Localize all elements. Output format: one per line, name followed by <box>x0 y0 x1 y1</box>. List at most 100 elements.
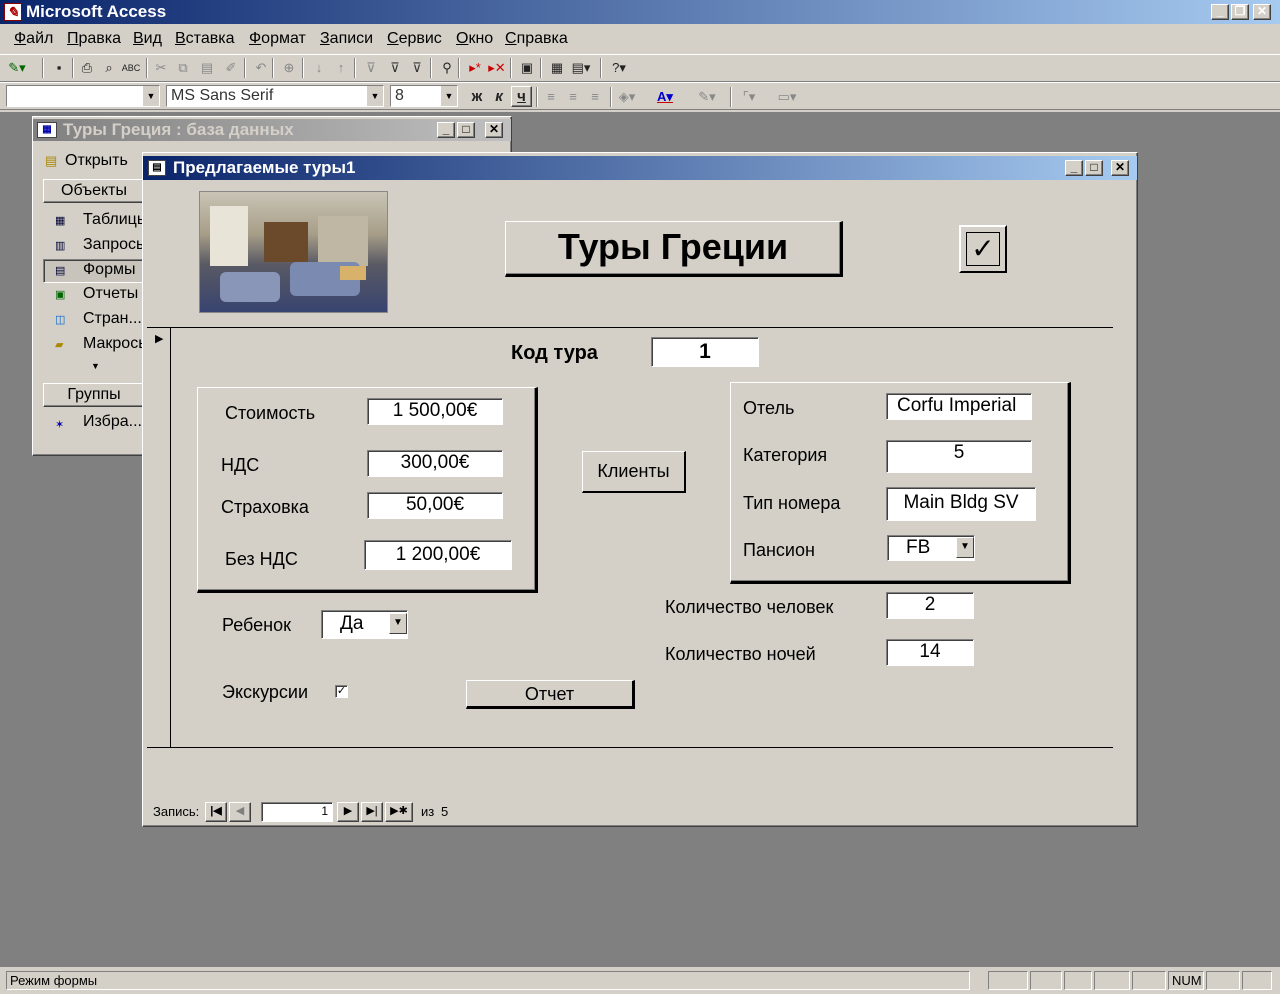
form-minimize-button[interactable]: _ <box>1065 160 1083 176</box>
view-icon[interactable]: ✎▾ <box>6 57 28 79</box>
form-maximize-button[interactable]: □ <box>1085 160 1103 176</box>
line-color-icon[interactable]: ✎▾ <box>696 86 718 108</box>
menu-file[interactable]: Файл <box>14 30 53 48</box>
room-type-field[interactable]: Main Bldg SV <box>886 487 1036 521</box>
border-width-icon[interactable]: ⌜▾ <box>738 86 760 108</box>
insurance-field[interactable]: 50,00€ <box>367 492 503 519</box>
minimize-button[interactable]: _ <box>1211 4 1229 20</box>
record-total: 5 <box>441 804 449 819</box>
db-open-button[interactable]: Открыть <box>65 152 128 170</box>
spelling-icon[interactable]: ABC <box>120 57 142 79</box>
delete-record-icon[interactable]: ▸✕ <box>486 57 508 79</box>
db-close-button[interactable]: ✕ <box>485 122 503 138</box>
restore-button[interactable]: ❐ <box>1231 4 1249 20</box>
objects-header[interactable]: Объекты <box>43 179 145 203</box>
find-icon[interactable]: ⚲ <box>436 57 458 79</box>
sort-descending-icon[interactable]: ↑ <box>330 57 352 79</box>
filter-by-selection-icon[interactable]: ⊽ <box>360 57 382 79</box>
menu-tools[interactable]: Сервис <box>387 30 442 48</box>
menu-help[interactable]: Справка <box>505 30 568 48</box>
close-button[interactable]: ✕ <box>1253 4 1271 20</box>
paste-icon[interactable]: ▤ <box>196 57 218 79</box>
copy-icon[interactable]: ⧉ <box>172 57 194 79</box>
child-select[interactable]: Да ▼ <box>321 610 408 639</box>
menu-view[interactable]: Вид <box>133 30 162 48</box>
vat-field[interactable]: 300,00€ <box>367 450 503 477</box>
next-record-button[interactable]: ▶ <box>337 802 359 822</box>
object-pages[interactable]: Стран... <box>83 310 142 328</box>
save-icon[interactable]: ▪ <box>48 57 70 79</box>
record-selector[interactable]: ▶ <box>147 328 171 748</box>
bold-button[interactable]: ж <box>466 86 488 108</box>
menu-format[interactable]: Формат <box>249 30 306 48</box>
help-icon[interactable]: ?▾ <box>608 57 630 79</box>
sort-ascending-icon[interactable]: ↓ <box>308 57 330 79</box>
new-object-icon[interactable]: ▤▾ <box>570 57 592 79</box>
record-number-field[interactable]: 1 <box>261 802 333 822</box>
check-button[interactable]: ✓ <box>959 225 1007 273</box>
new-record-nav-button[interactable]: ▶✱ <box>385 802 413 822</box>
format-painter-icon[interactable]: ✐ <box>220 57 242 79</box>
object-macros[interactable]: Макросы <box>83 335 150 353</box>
status-panel-8 <box>1242 971 1272 990</box>
clients-button[interactable]: Клиенты <box>582 451 686 493</box>
object-queries[interactable]: Запросы <box>83 236 148 254</box>
font-combo[interactable]: MS Sans Serif ▼ <box>166 85 384 107</box>
board-dropdown-arrow-icon[interactable]: ▼ <box>956 537 974 558</box>
category-field[interactable]: 5 <box>886 440 1032 473</box>
object-combo[interactable]: ▼ <box>6 85 160 107</box>
print-preview-icon[interactable]: ⌕ <box>98 57 120 79</box>
excursions-label: Экскурсии <box>222 682 309 702</box>
cut-icon[interactable]: ✂ <box>150 57 172 79</box>
db-maximize-button[interactable]: □ <box>457 122 475 138</box>
italic-button[interactable]: к <box>488 86 510 108</box>
db-minimize-button[interactable]: _ <box>437 122 455 138</box>
font-size-combo[interactable]: 8 ▼ <box>390 85 458 107</box>
scroll-down-icon[interactable]: ▼ <box>91 361 100 371</box>
cost-field[interactable]: 1 500,00€ <box>367 398 503 425</box>
child-dropdown-arrow-icon[interactable]: ▼ <box>389 613 407 634</box>
heading-box: Туры Греции <box>505 221 843 277</box>
last-record-button[interactable]: ▶| <box>361 802 383 822</box>
print-icon[interactable]: ⎙ <box>76 57 98 79</box>
menu-records[interactable]: Записи <box>320 30 373 48</box>
menu-edit[interactable]: Правка <box>67 30 121 48</box>
undo-icon[interactable]: ↶ <box>250 57 272 79</box>
hotel-field[interactable]: Corfu Imperial <box>886 393 1032 420</box>
new-record-icon[interactable]: ▸* <box>464 57 486 79</box>
persons-field[interactable]: 2 <box>886 592 974 619</box>
first-record-button[interactable]: |◀ <box>205 802 227 822</box>
object-forms[interactable]: Формы <box>83 261 135 279</box>
form-close-button[interactable]: ✕ <box>1111 160 1129 176</box>
menu-window[interactable]: Окно <box>456 30 493 48</box>
board-select[interactable]: FB ▼ <box>887 535 975 561</box>
groups-header[interactable]: Группы <box>43 383 145 407</box>
tour-code-field[interactable]: 1 <box>651 337 759 367</box>
no-vat-field[interactable]: 1 200,00€ <box>364 540 512 570</box>
database-window-icon[interactable]: ▦ <box>546 57 568 79</box>
prev-record-button[interactable]: ◀ <box>229 802 251 822</box>
nights-field[interactable]: 14 <box>886 639 974 666</box>
group-favorites[interactable]: Избра... <box>83 413 142 431</box>
child-label: Ребенок <box>222 615 291 635</box>
hyperlink-icon[interactable]: ⊕ <box>278 57 300 79</box>
object-tables[interactable]: Таблицы <box>83 211 148 229</box>
font-color-icon[interactable]: A▾ <box>654 86 676 108</box>
properties-icon[interactable]: ▣ <box>516 57 538 79</box>
object-reports[interactable]: Отчеты <box>83 285 138 303</box>
align-right-icon[interactable]: ≡ <box>584 86 606 108</box>
objects-header-label: Объекты <box>61 182 127 199</box>
filter-by-form-icon[interactable]: ⊽ <box>384 57 406 79</box>
align-center-icon[interactable]: ≡ <box>562 86 584 108</box>
report-button[interactable]: Отчет <box>466 680 635 709</box>
special-effect-icon[interactable]: ▭▾ <box>776 86 798 108</box>
excursions-checkbox[interactable]: ✓ <box>335 685 348 698</box>
no-vat-label: Без НДС <box>225 549 298 569</box>
align-left-icon[interactable]: ≡ <box>540 86 562 108</box>
apply-filter-icon[interactable]: ⊽ <box>406 57 428 79</box>
form-icon: ▤ <box>55 265 66 277</box>
menu-insert[interactable]: Вставка <box>175 30 234 48</box>
page-icon: ◫ <box>55 314 66 326</box>
fill-color-icon[interactable]: ◈▾ <box>616 86 638 108</box>
underline-button[interactable]: ч <box>511 86 532 107</box>
